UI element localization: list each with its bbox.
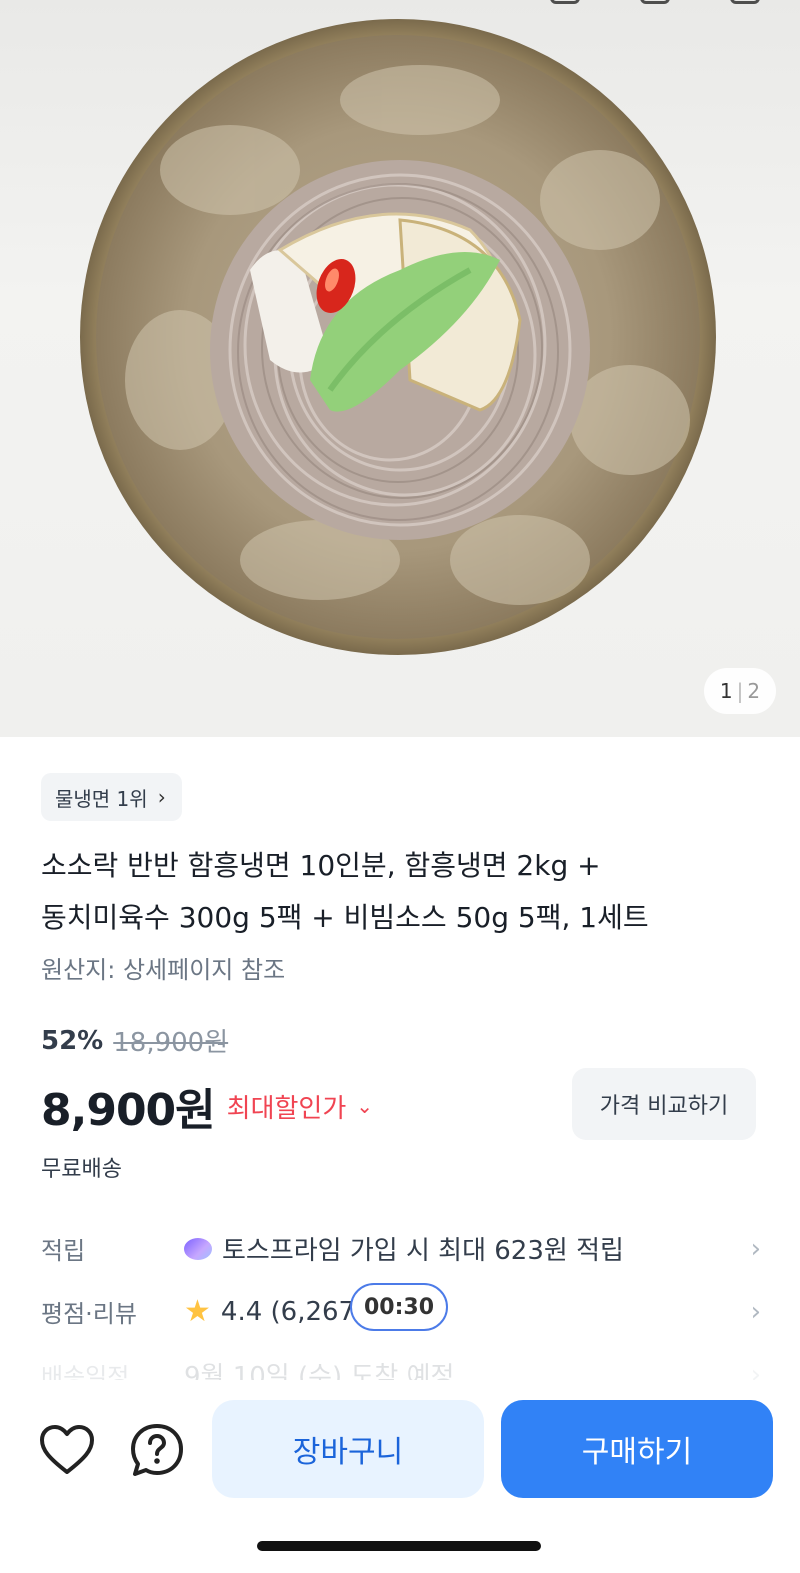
- home-indicator[interactable]: [257, 1541, 541, 1551]
- star-icon: ★: [184, 1294, 211, 1329]
- chevron-right-icon: ›: [157, 785, 166, 809]
- rank-chip-label: 물냉면 1위: [55, 786, 148, 811]
- shipping-info: 무료배송: [41, 1157, 122, 1182]
- product-title-line2: 동치미육수 300g 5팩 + 비빔소스 50g 5팩, 1세트: [41, 901, 649, 934]
- wishlist-button[interactable]: [39, 1422, 95, 1478]
- original-price: 18,900원: [113, 1028, 229, 1058]
- buy-now-button[interactable]: 구매하기: [501, 1400, 773, 1498]
- chevron-right-icon: ›: [750, 1233, 761, 1264]
- screen-recording-timer: 00:30: [350, 1283, 448, 1331]
- rating-value: 4.4 (6,267): [220, 1296, 366, 1327]
- points-label: 적립: [41, 1237, 86, 1265]
- discount-row: 52% 18,900원: [41, 1022, 228, 1059]
- image-page-indicator: 1 | 2: [704, 668, 776, 714]
- sale-price: 8,900원: [41, 1085, 216, 1136]
- rating-label: 평점·리뷰: [41, 1300, 137, 1328]
- heart-icon: [40, 1425, 94, 1474]
- points-value: 토스프라임 가입 시 최대 623원 적립: [222, 1236, 624, 1266]
- category-rank-chip[interactable]: 물냉면 1위 ›: [41, 773, 182, 821]
- points-row[interactable]: 적립 토스프라임 가입 시 최대 623원 적립 ›: [41, 1230, 761, 1267]
- chevron-right-icon: ›: [750, 1296, 761, 1327]
- naengmyeon-photo: [80, 19, 716, 655]
- origin-info: 원산지: 상세페이지 참조: [41, 956, 286, 984]
- max-discount-label: 최대할인가: [226, 1093, 347, 1124]
- price-row: 8,900원 최대할인가 ⌄: [41, 1074, 373, 1138]
- page-current: 1: [719, 679, 733, 703]
- product-image[interactable]: 1 | 2: [0, 0, 800, 737]
- toss-prime-icon: [184, 1237, 212, 1260]
- product-title: 소소락 반반 함흥냉면 10인분, 함흥냉면 2kg + 동치미육수 300g …: [41, 840, 761, 944]
- help-bubble-icon: [131, 1424, 183, 1476]
- discount-rate: 52%: [41, 1025, 104, 1056]
- max-discount-toggle[interactable]: 최대할인가 ⌄: [227, 1088, 373, 1125]
- product-title-line1: 소소락 반반 함흥냉면 10인분, 함흥냉면 2kg +: [41, 849, 601, 882]
- chevron-down-icon: ⌄: [356, 1094, 374, 1118]
- add-to-cart-button[interactable]: 장바구니: [212, 1400, 484, 1498]
- page-separator: |: [736, 679, 744, 703]
- inquiry-button[interactable]: [129, 1422, 185, 1478]
- page-total: 2: [747, 679, 761, 703]
- compare-price-button[interactable]: 가격 비교하기: [572, 1068, 756, 1140]
